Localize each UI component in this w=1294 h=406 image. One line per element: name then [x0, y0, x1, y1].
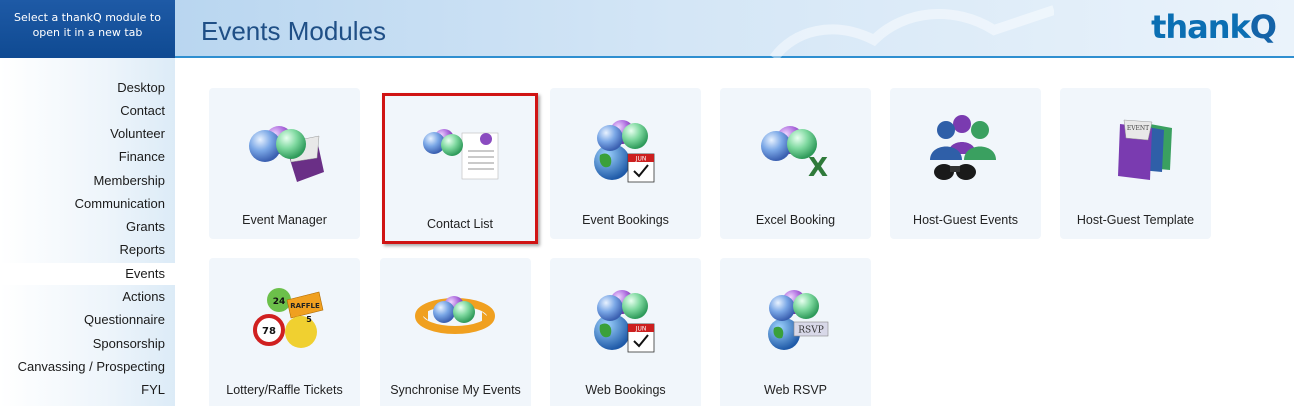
tile-contact-list[interactable]: Contact List: [384, 93, 536, 243]
sidebar: Desktop Contact Volunteer Finance Member…: [0, 58, 175, 406]
svg-text:24: 24: [273, 297, 286, 307]
svg-text:X: X: [808, 153, 828, 183]
tile-label: Web Bookings: [585, 383, 666, 397]
people-binoculars-icon: [930, 115, 996, 180]
balloons-globe-calendar-icon: JUN: [594, 290, 655, 353]
svg-text:5: 5: [306, 315, 312, 324]
page-title: Events Modules: [201, 16, 386, 46]
tile-label: Event Manager: [242, 213, 327, 227]
balloons-excel-icon: X: [761, 126, 828, 183]
thankq-logo: thankQ: [1151, 8, 1277, 46]
sidebar-item-events[interactable]: Events: [0, 263, 175, 285]
sidebar-item-membership[interactable]: Membership: [93, 173, 165, 188]
balloons-contact-list-icon: [423, 129, 499, 180]
tile-label: Host-Guest Events: [913, 213, 1018, 227]
svg-text:78: 78: [262, 326, 276, 337]
event-folders-icon: EVENT: [1118, 119, 1172, 180]
svg-text:RSVP: RSVP: [798, 326, 824, 336]
sidebar-item-communication[interactable]: Communication: [75, 196, 165, 211]
module-select-hint[interactable]: Select a thankQ module to open it in a n…: [0, 0, 175, 58]
lottery-balls-icon: 24 RAFFLE 78 5: [253, 288, 324, 348]
sidebar-item-sponsorship[interactable]: Sponsorship: [93, 336, 165, 351]
tile-web-rsvp[interactable]: RSVP Web RSVP: [720, 258, 871, 406]
sidebar-item-reports[interactable]: Reports: [119, 242, 165, 257]
balloons-sync-icon: [415, 296, 495, 334]
tile-label: Excel Booking: [755, 213, 836, 227]
sidebar-item-desktop[interactable]: Desktop: [117, 80, 165, 95]
balloons-globe-calendar-icon: JUN: [594, 120, 655, 183]
tile-event-manager[interactable]: Event Manager: [209, 88, 360, 239]
tile-event-bookings[interactable]: JUN Event Bookings: [550, 88, 701, 239]
tile-lottery-raffle-tickets[interactable]: 24 RAFFLE 78 5 Lottery/Raffle Tickets: [209, 258, 360, 406]
svg-text:RAFFLE: RAFFLE: [290, 302, 320, 310]
tile-label: Host-Guest Template: [1076, 213, 1195, 227]
tile-synchronise-my-events[interactable]: Synchronise My Events: [380, 258, 531, 406]
sidebar-item-finance[interactable]: Finance: [119, 149, 165, 164]
sidebar-item-canvassing-prospecting[interactable]: Canvassing / Prospecting: [18, 359, 165, 374]
puzzle-background-icon: [769, 5, 1054, 58]
tile-web-bookings[interactable]: JUN Web Bookings: [550, 258, 701, 406]
sidebar-item-grants[interactable]: Grants: [126, 219, 165, 234]
tile-host-guest-template[interactable]: EVENT Host-Guest Template: [1060, 88, 1211, 239]
svg-text:EVENT: EVENT: [1127, 125, 1149, 132]
tile-label: Synchronise My Events: [390, 383, 521, 397]
sidebar-item-questionnaire[interactable]: Questionnaire: [84, 312, 165, 327]
tile-label: Event Bookings: [582, 213, 669, 227]
title-bar: Events Modules thankQ: [175, 0, 1294, 58]
sidebar-item-fyl[interactable]: FYL: [141, 382, 165, 397]
tile-excel-booking[interactable]: X Excel Booking: [720, 88, 871, 239]
sidebar-item-contact[interactable]: Contact: [120, 103, 165, 118]
sidebar-item-actions[interactable]: Actions: [122, 289, 165, 304]
tile-host-guest-events[interactable]: Host-Guest Events: [890, 88, 1041, 239]
tile-label: Web RSVP: [764, 383, 827, 397]
header: Select a thankQ module to open it in a n…: [0, 0, 1294, 58]
balloons-envelope-icon: [249, 126, 324, 182]
sidebar-item-volunteer[interactable]: Volunteer: [110, 126, 165, 141]
svg-text:JUN: JUN: [635, 326, 647, 333]
tile-label: Lottery/Raffle Tickets: [226, 383, 343, 397]
svg-text:JUN: JUN: [635, 156, 647, 163]
balloons-globe-rsvp-icon: RSVP: [768, 290, 829, 350]
tile-label: Contact List: [426, 217, 493, 231]
